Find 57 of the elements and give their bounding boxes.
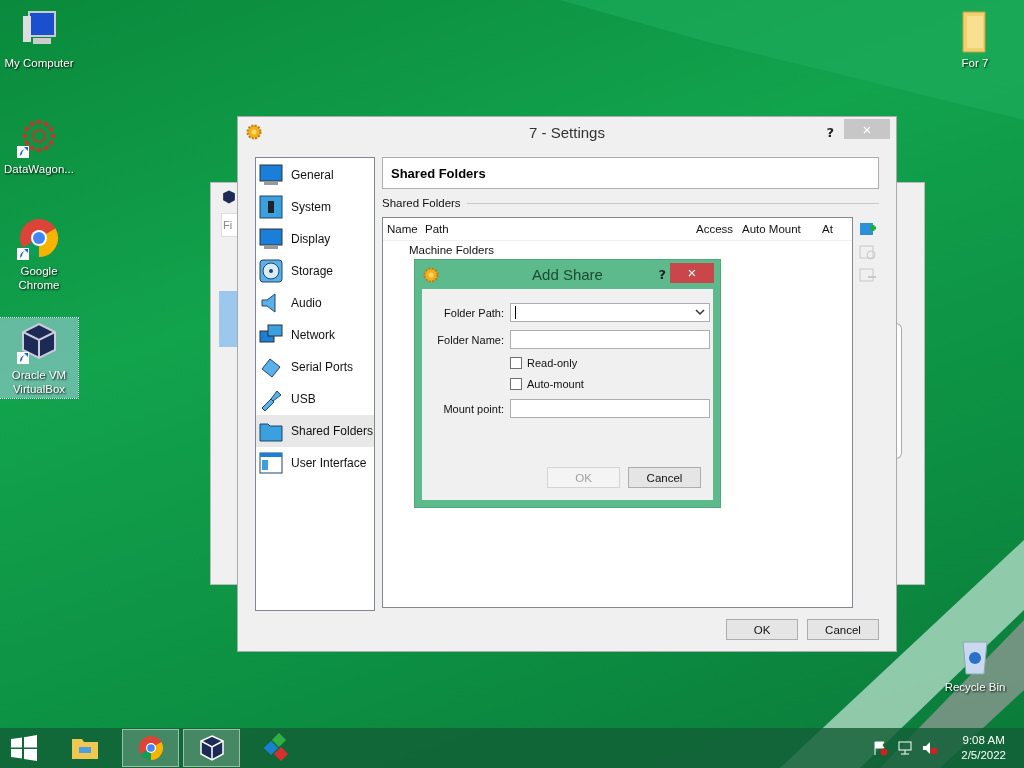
- ok-button[interactable]: OK: [726, 619, 798, 640]
- taskbar-button[interactable]: [183, 729, 240, 767]
- folder-path-combobox[interactable]: [510, 303, 710, 322]
- help-button[interactable]: ?: [658, 267, 666, 282]
- sidebar-item[interactable]: Shared Folders: [256, 415, 374, 447]
- sidebar-item[interactable]: System: [256, 191, 374, 223]
- chevron-down-icon: [695, 309, 705, 316]
- monitor-icon: [259, 227, 283, 251]
- input-field[interactable]: [510, 330, 710, 349]
- help-button[interactable]: ?: [826, 124, 834, 140]
- window-icon: [259, 451, 283, 475]
- dialog-title: Add Share: [532, 266, 603, 283]
- chip-icon: [259, 195, 283, 219]
- flag-icon[interactable]: [872, 740, 889, 756]
- window-title: 7 - Settings: [529, 123, 605, 141]
- clock[interactable]: 9:08 AM 2/5/2022: [961, 733, 1006, 763]
- cancel-button[interactable]: Cancel: [628, 467, 701, 488]
- network-icon[interactable]: [897, 740, 914, 756]
- column-header[interactable]: Auto Mount: [742, 223, 822, 235]
- checkbox[interactable]: [510, 357, 522, 369]
- cube-icon: [221, 189, 237, 205]
- column-header[interactable]: Access: [696, 223, 742, 235]
- windows-logo-icon: [9, 733, 39, 763]
- sidebar-item[interactable]: Display: [256, 223, 374, 255]
- gear-icon: [246, 124, 262, 140]
- sidebar-item[interactable]: User Interface: [256, 447, 374, 479]
- monitor-icon: [259, 163, 283, 187]
- group-label: Shared Folders: [382, 197, 461, 209]
- disc-icon: [259, 259, 283, 283]
- close-button[interactable]: ×: [670, 262, 714, 283]
- selected-machine: [219, 291, 239, 347]
- add-folder-icon[interactable]: [859, 220, 877, 238]
- tree-item[interactable]: Machine Folders: [409, 244, 494, 256]
- sidebar-item[interactable]: General: [256, 159, 374, 191]
- field-label: Folder Path:: [443, 306, 504, 319]
- checkbox-label: Read-only: [527, 357, 578, 369]
- sidebar-item[interactable]: Serial Ports: [256, 351, 374, 383]
- desktop-icon[interactable]: DataWagon...: [0, 112, 78, 178]
- muted-speaker-icon[interactable]: [922, 740, 939, 756]
- search-field[interactable]: Fi: [221, 213, 237, 237]
- checkbox[interactable]: [510, 378, 522, 390]
- desktop-icon[interactable]: Google Chrome: [0, 214, 78, 294]
- input-field[interactable]: [510, 399, 710, 418]
- sidebar-item[interactable]: Audio: [256, 287, 374, 319]
- column-header[interactable]: At: [822, 223, 852, 235]
- sidebar-item[interactable]: USB: [256, 383, 374, 415]
- checkbox-label: Auto-mount: [527, 378, 584, 390]
- page-title: Shared Folders: [391, 165, 486, 181]
- sidebar-item[interactable]: Storage: [256, 255, 374, 287]
- desktop-icon[interactable]: My Computer: [0, 6, 78, 72]
- field-label: Folder Name:: [436, 333, 504, 346]
- cancel-button[interactable]: Cancel: [807, 619, 879, 640]
- column-header[interactable]: Path: [425, 223, 696, 235]
- sidebar-item[interactable]: Network: [256, 319, 374, 351]
- column-header[interactable]: Name: [387, 223, 425, 235]
- gear-icon: [423, 266, 439, 283]
- field-label: Mount point:: [442, 402, 504, 415]
